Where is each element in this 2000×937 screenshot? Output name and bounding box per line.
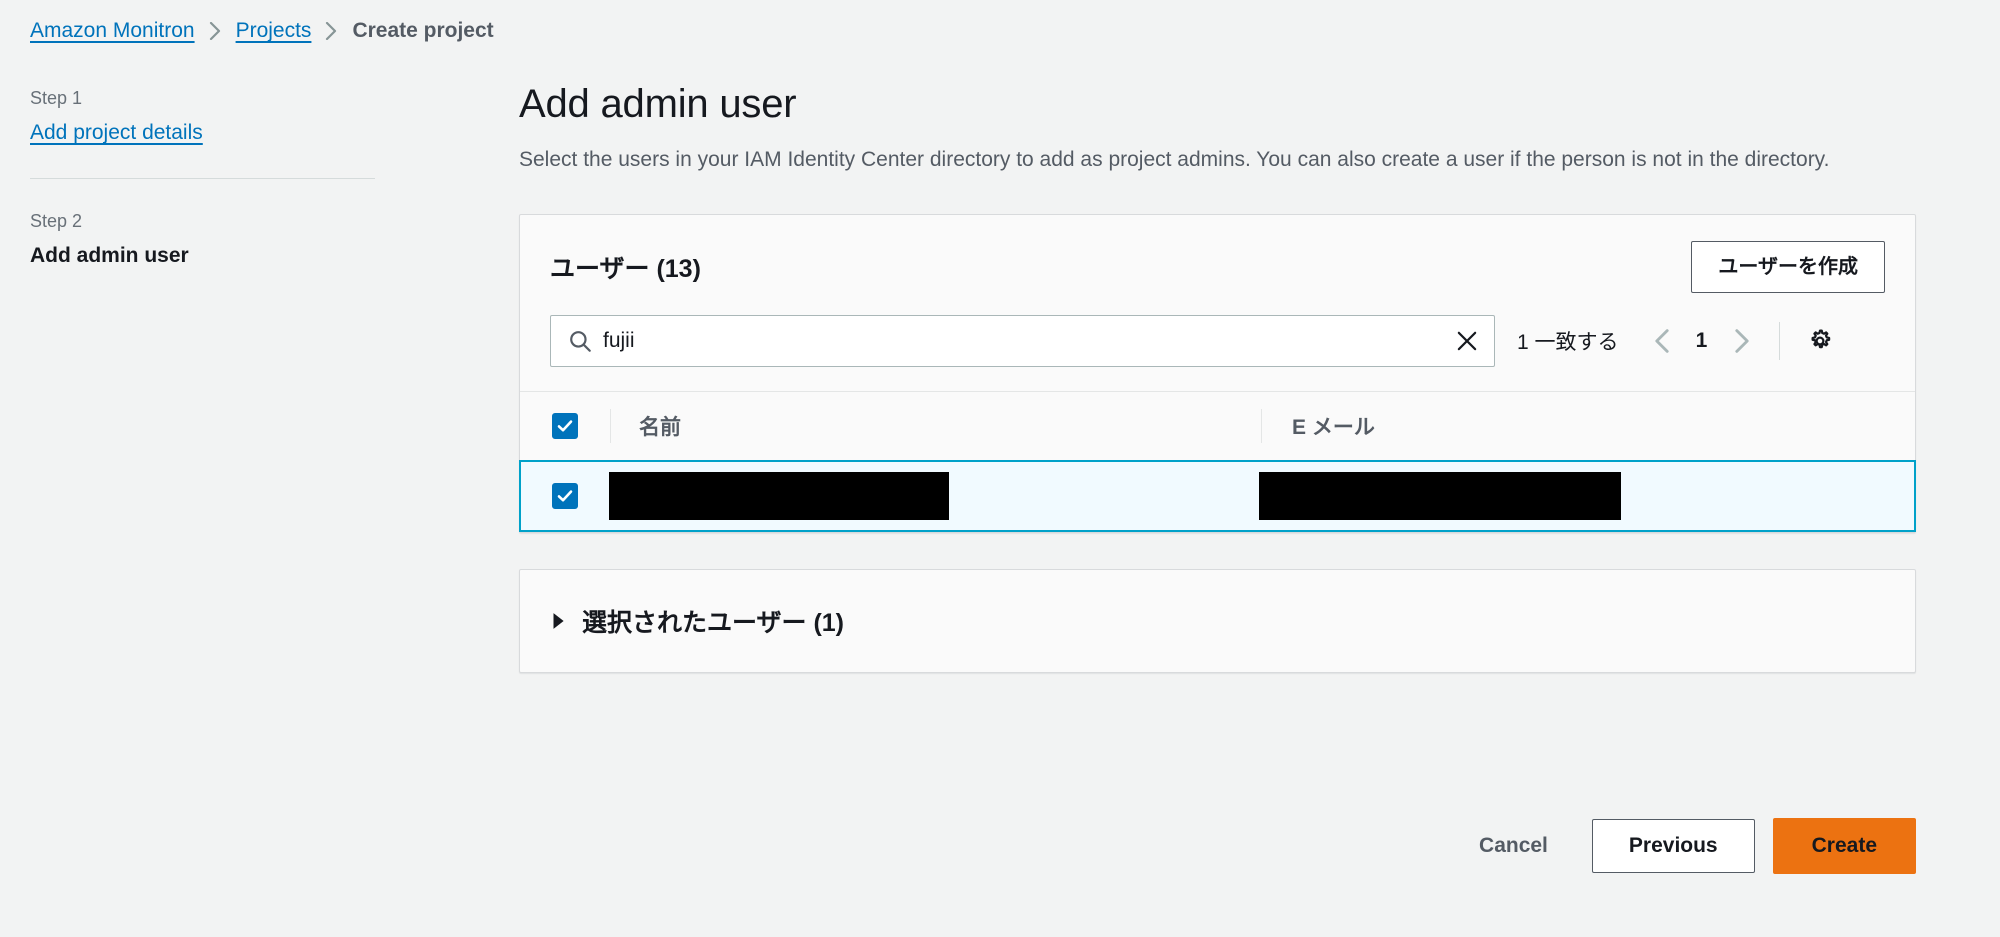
users-card-title: ユーザー (13) (550, 255, 701, 283)
create-project-page: Amazon Monitron Projects Create project … (0, 0, 2000, 937)
breadcrumb-item-projects[interactable]: Projects (236, 18, 312, 44)
column-header-email-label: E メール (1292, 416, 1375, 439)
users-card: ユーザー (13) ユーザーを作成 1 一致する (519, 214, 1916, 533)
breadcrumb: Amazon Monitron Projects Create project (30, 18, 494, 44)
search-input[interactable] (593, 316, 1448, 366)
table-header-row: 名前 E メール (520, 392, 1915, 460)
pagination-current-page[interactable]: 1 (1689, 329, 1715, 353)
caret-right-icon (550, 612, 566, 630)
search-box[interactable] (550, 315, 1495, 367)
selected-users-panel[interactable]: 選択されたユーザー (1) (519, 569, 1916, 673)
step-1-number: Step 1 (30, 88, 83, 108)
users-filter-row: 1 一致する 1 (520, 315, 1915, 391)
select-all-cell (520, 392, 610, 460)
wizard-actions: Cancel Previous Create (1457, 818, 1916, 874)
redacted-email-value (1259, 472, 1621, 520)
column-header-name-label: 名前 (639, 416, 681, 439)
main-content: Add admin user Select the users in your … (519, 80, 1916, 673)
chevron-right-icon[interactable] (1721, 320, 1763, 362)
users-card-header: ユーザー (13) ユーザーを作成 (520, 215, 1915, 315)
sidebar-item-add-admin-user[interactable]: Add admin user (30, 243, 375, 269)
create-button[interactable]: Create (1772, 818, 1916, 874)
breadcrumb-separator-icon-2 (325, 22, 338, 40)
select-all-checkbox[interactable] (552, 413, 578, 439)
wizard-step-2: Step 2 Add admin user (30, 209, 375, 269)
column-header-name: 名前 (611, 411, 1261, 441)
search-icon (567, 328, 593, 354)
sidebar-item-add-project-details[interactable]: Add project details (30, 120, 203, 146)
page-title: Add admin user (519, 82, 797, 126)
users-table: 名前 E メール (519, 391, 1916, 532)
step-2-number: Step 2 (30, 211, 83, 231)
match-count-label: 1 一致する (1517, 331, 1619, 354)
toolbar-divider (1778, 322, 1780, 360)
row-cell-name (609, 472, 1259, 520)
cancel-button[interactable]: Cancel (1457, 820, 1570, 872)
column-header-email: E メール (1262, 411, 1915, 441)
redacted-name-value (609, 472, 949, 520)
breadcrumb-separator-icon (209, 22, 222, 40)
breadcrumb-item-amazon-monitron[interactable]: Amazon Monitron (30, 18, 195, 44)
selected-users-expander[interactable]: 選択されたユーザー (1) (550, 603, 844, 639)
wizard-steps-nav: Step 1 Add project details Step 2 Add ad… (30, 86, 375, 269)
row-cell-email (1259, 472, 1914, 520)
row-checkbox[interactable] (552, 483, 578, 509)
clear-search-icon[interactable] (1448, 322, 1486, 360)
create-user-button[interactable]: ユーザーを作成 (1691, 241, 1885, 293)
previous-button[interactable]: Previous (1591, 819, 1755, 873)
wizard-step-1: Step 1 Add project details (30, 86, 375, 146)
breadcrumb-item-create-project: Create project (352, 19, 494, 42)
selected-users-title: 選択されたユーザー (1) (582, 609, 845, 637)
table-row[interactable] (519, 460, 1916, 532)
gear-icon[interactable] (1798, 319, 1842, 363)
steps-divider (30, 178, 375, 179)
pagination: 1 (1641, 320, 1763, 362)
row-select-cell (521, 462, 609, 530)
page-description: Select the users in your IAM Identity Ce… (519, 148, 1830, 171)
chevron-left-icon[interactable] (1641, 320, 1683, 362)
